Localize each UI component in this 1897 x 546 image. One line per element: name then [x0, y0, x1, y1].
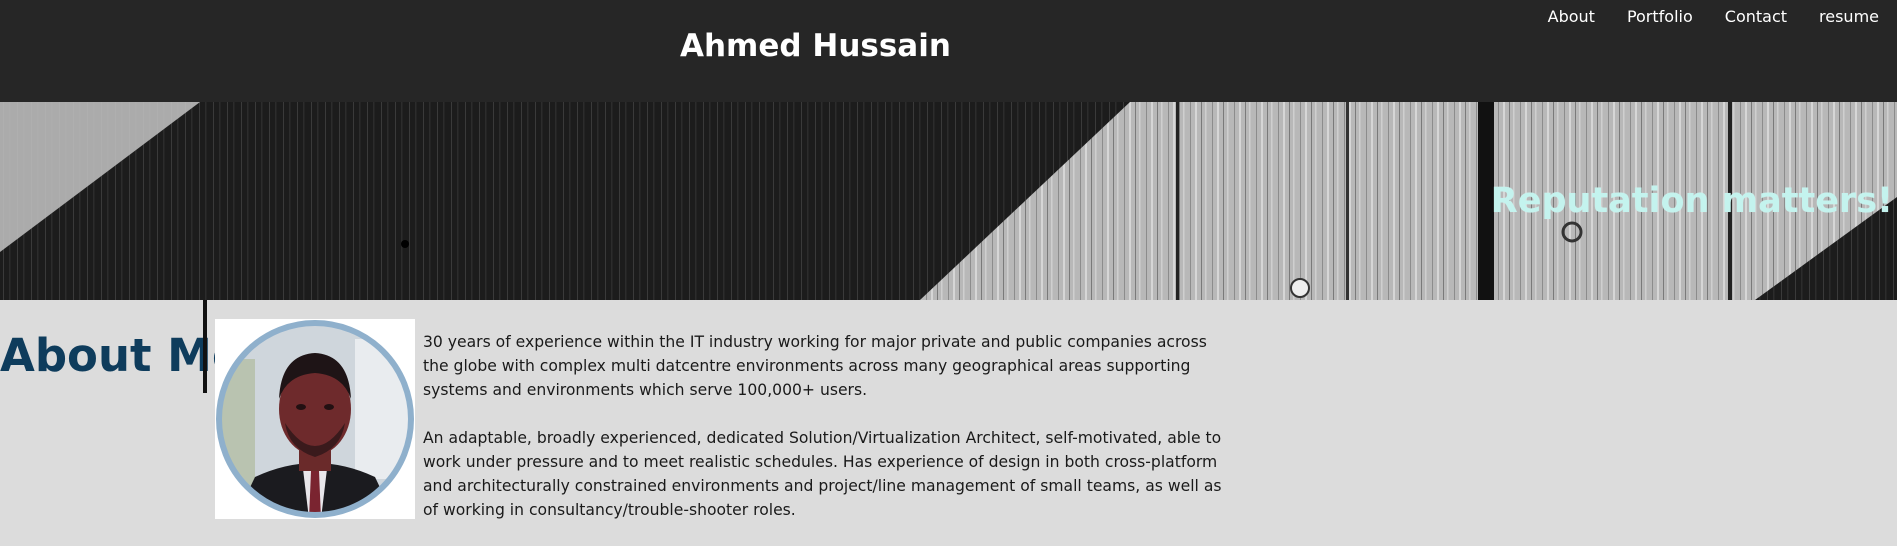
- about-paragraph-profile: An adaptable, broadly experienced, dedic…: [423, 429, 1222, 519]
- nav-link-portfolio[interactable]: Portfolio: [1627, 6, 1693, 28]
- nav-link-resume[interactable]: resume: [1819, 6, 1879, 28]
- main-nav: About Portfolio Contact resume: [1548, 6, 1879, 28]
- profile-photo: [215, 319, 415, 519]
- nav-link-contact[interactable]: Contact: [1725, 6, 1787, 28]
- about-text: 30 years of experience within the IT ind…: [423, 330, 1228, 546]
- hero-banner: Reputation matters!: [0, 102, 1897, 300]
- banner-tagline: Reputation matters!: [1490, 181, 1893, 221]
- nav-link-about[interactable]: About: [1548, 6, 1595, 28]
- site-header: Ahmed Hussain About Portfolio Contact re…: [0, 0, 1897, 102]
- heading-divider: [203, 300, 207, 393]
- avatar: [216, 320, 414, 518]
- site-title: Ahmed Hussain: [680, 28, 951, 64]
- about-paragraph-experience: 30 years of experience within the IT ind…: [423, 333, 1207, 399]
